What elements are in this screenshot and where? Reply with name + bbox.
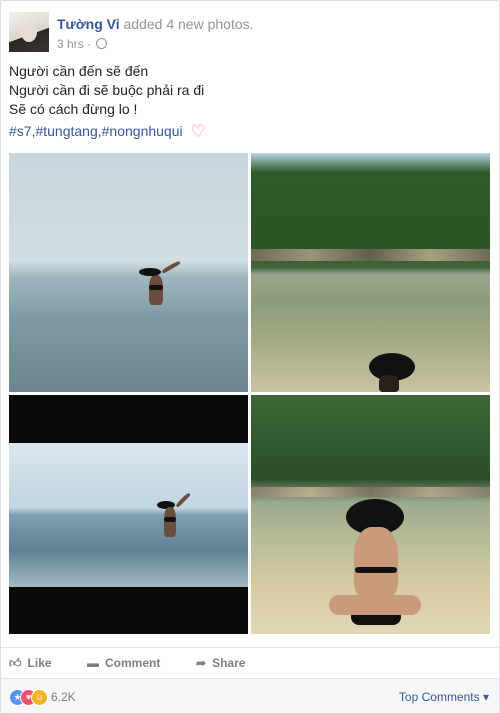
like-label: Like — [27, 656, 52, 670]
rocks-shape — [251, 249, 490, 261]
post-line-1: Người cần đến sẽ đến — [9, 63, 149, 79]
figure-shape — [354, 527, 398, 597]
meta-separator: · — [87, 37, 92, 51]
figure-shape — [164, 507, 176, 537]
chevron-down-icon: ▾ — [482, 690, 489, 704]
arm-shape — [161, 260, 181, 274]
photo-4[interactable] — [251, 395, 490, 634]
hashtags[interactable]: #s7,#tungtang,#nongnhuqui ♡ — [9, 122, 206, 142]
share-icon: ➦ — [196, 656, 207, 670]
globe-icon[interactable] — [96, 38, 108, 49]
top-comments-label: Top Comments — [398, 690, 480, 704]
top-comments-dropdown[interactable]: Top Comments ▾ — [399, 690, 489, 704]
head-shape — [379, 375, 399, 392]
comment-icon: ▬ — [87, 656, 99, 670]
post-line-3: Sẽ có cách đừng lo ! — [9, 101, 138, 117]
post-action-text: added 4 new photos. — [123, 16, 254, 32]
author-line: Tường Vi added 4 new photos. — [57, 16, 254, 32]
reactions-bar: ★ ♥ ☺ 6.2K Top Comments ▾ — [1, 678, 499, 713]
like-button[interactable]: 👍︎ Like — [9, 656, 52, 671]
comment-button[interactable]: ▬ Comment — [87, 656, 160, 670]
hashtag-text[interactable]: #s7,#tungtang,#nongnhuqui — [9, 123, 183, 139]
avatar[interactable] — [9, 12, 49, 52]
figure-shape — [149, 275, 163, 305]
post-actions: 👍︎ Like ▬ Comment ➦ Share — [1, 647, 499, 678]
share-button[interactable]: ➦ Share — [196, 656, 245, 670]
post-meta: 3 hrs · — [57, 37, 108, 51]
haha-reaction-icon: ☺ — [31, 689, 48, 706]
photo-1[interactable] — [9, 153, 248, 392]
heart-icon: ♡ — [190, 122, 206, 141]
post-text: Người cần đến sẽ đến Người cần đi sẽ buộ… — [9, 62, 489, 119]
timestamp[interactable]: 3 hrs — [57, 37, 84, 51]
author-name[interactable]: Tường Vi — [57, 16, 120, 32]
post-header: Tường Vi added 4 new photos. 3 hrs · — [9, 9, 489, 53]
post-line-2: Người cần đi sẽ buộc phải ra đi — [9, 82, 205, 98]
swimsuit-shape — [164, 517, 176, 522]
photo-2[interactable] — [251, 153, 490, 392]
reaction-count[interactable]: 6.2K — [51, 690, 76, 704]
post-card: Tường Vi added 4 new photos. 3 hrs · Ngư… — [0, 0, 500, 713]
arm-shape — [175, 492, 191, 508]
comment-label: Comment — [105, 656, 161, 670]
photo-3[interactable] — [9, 395, 248, 634]
legs-shape — [329, 595, 421, 615]
photo-3-image — [9, 443, 248, 587]
swimsuit-shape — [149, 285, 163, 290]
swimsuit-top-shape — [355, 567, 397, 573]
rocks-shape — [251, 487, 490, 497]
hat-shape — [139, 268, 161, 276]
share-label: Share — [212, 656, 246, 670]
thumbs-up-icon: 👍︎ — [9, 656, 22, 670]
